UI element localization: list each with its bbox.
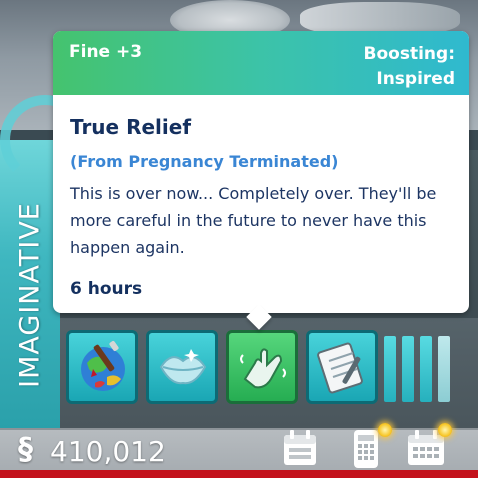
tooltip-source: (From Pregnancy Terminated) [70,152,339,171]
mood-bar [384,336,396,402]
mood-bar [402,336,414,402]
moodlet-true-relief[interactable] [226,330,298,404]
lips-icon [159,349,207,385]
emotion-text: IMAGINATIVE [14,202,46,388]
notepad-icon [317,342,363,394]
tooltip-mood-value: Fine +3 [69,42,143,62]
tooltip-boosting-emotion: Inspired [376,69,455,89]
calendar-button[interactable] [278,426,322,470]
funds-value: 410,012 [50,434,166,468]
phone-button[interactable] [344,423,392,470]
emotion-label: IMAGINATIVE [6,180,54,410]
events-calendar-button[interactable] [404,423,452,470]
phone-notification-dot [378,423,392,437]
moodlet-lips[interactable] [146,330,218,404]
simoleon-symbol: § [18,432,33,467]
events-notification-dot [438,423,452,437]
moodlet-inspired-paint[interactable] [66,330,138,404]
tooltip-header: Fine +3 Boosting: Inspired [53,31,469,95]
moodlet-row [66,330,456,410]
paintbrush-globe-icon [81,340,125,391]
simoleon-icon: § [18,432,46,467]
mood-bar [438,336,450,402]
tooltip-boosting: Boosting: Inspired [364,42,455,92]
hand-gesture-icon [240,348,286,389]
tooltip-duration: 6 hours [70,279,143,299]
tooltip-description: This is over now... Completely over. The… [70,184,437,257]
household-funds[interactable]: § 410,012 [18,432,166,470]
footer-red-strip [0,470,478,478]
moodlet-notepad[interactable] [306,330,378,404]
mood-bar [420,336,432,402]
moodlet-tooltip: Fine +3 Boosting: Inspired True Relief (… [53,31,469,313]
tooltip-title: True Relief [70,115,192,139]
calendar-icon [284,430,316,465]
tooltip-boosting-label: Boosting: [363,44,455,64]
